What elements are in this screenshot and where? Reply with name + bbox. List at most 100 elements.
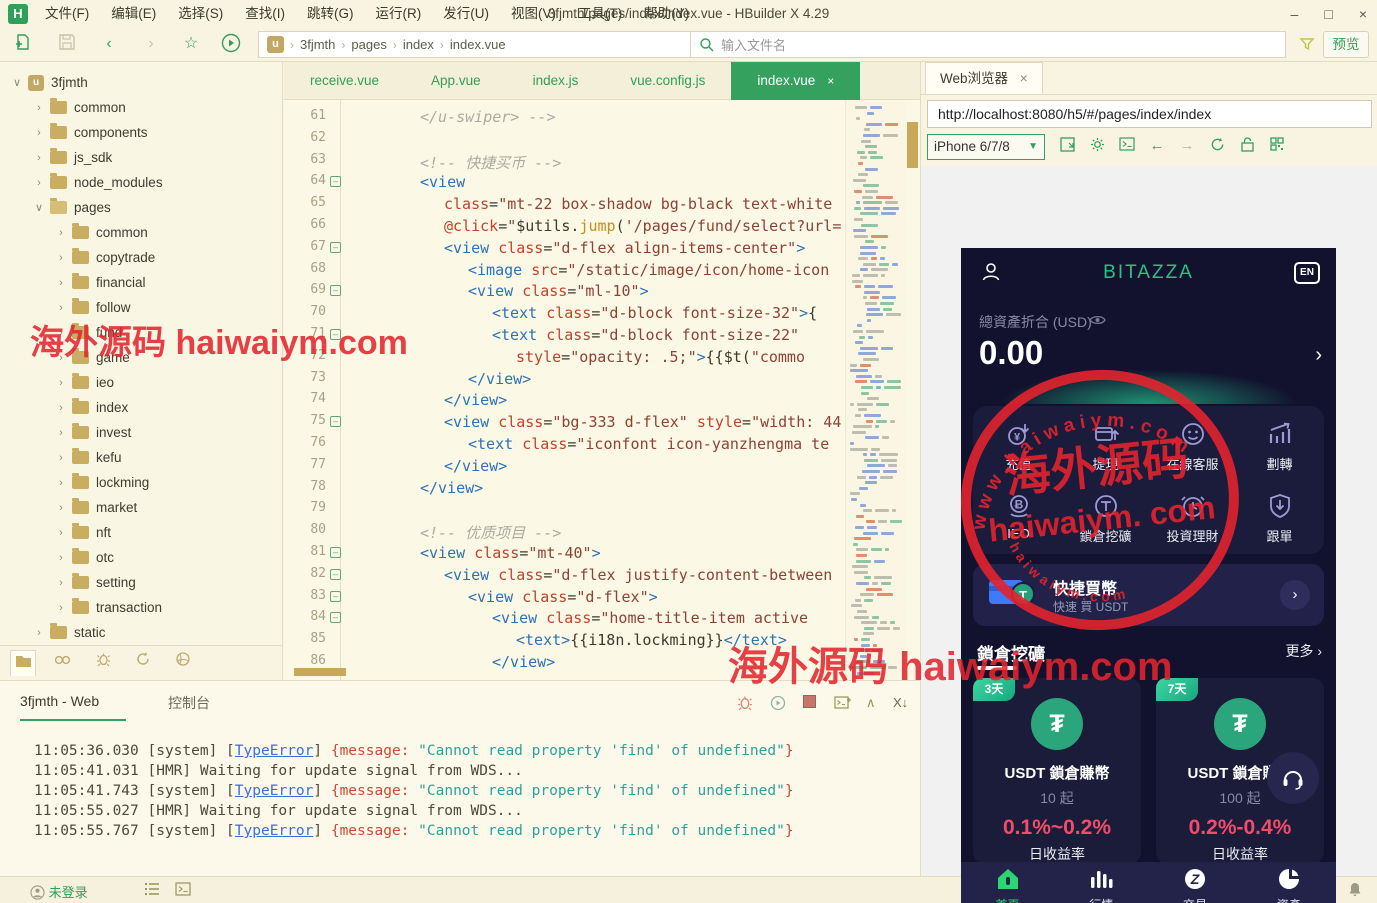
quick-buy-card[interactable]: T 快捷買幣 快速 買 USDT › [973, 564, 1324, 626]
plugins-icon[interactable] [170, 650, 196, 676]
more-link[interactable]: 更多 › [1285, 641, 1322, 661]
tree-item-js_sdk[interactable]: ›js_sdk [0, 145, 283, 170]
preview-button[interactable]: 预览 [1323, 31, 1369, 58]
editor-horizontal-scrollbar[interactable] [294, 668, 346, 676]
tree-item-nft[interactable]: ›nft [0, 520, 283, 545]
chevron-right-icon[interactable]: › [32, 627, 46, 639]
chevron-right-icon[interactable]: › [54, 352, 68, 364]
menu-item-跟單[interactable]: 跟單 [1236, 492, 1323, 545]
chevron-right-icon[interactable]: › [54, 427, 68, 439]
chevron-right-icon[interactable]: › [54, 577, 68, 589]
minimize-button[interactable]: – [1291, 6, 1299, 22]
chevron-right-icon[interactable]: › [54, 302, 68, 314]
nav-行情[interactable]: 行情 [1055, 867, 1148, 903]
back-icon[interactable]: ‹ [98, 33, 120, 55]
editor-tab-index.vue[interactable]: index.vue× [731, 62, 860, 100]
menu-跳转(G)[interactable]: 跳转(G) [296, 0, 365, 28]
device-select[interactable]: iPhone 6/7/8▼ [927, 134, 1045, 160]
menu-item-IEO[interactable]: ɃIEO [975, 492, 1062, 541]
chevron-right-icon[interactable]: › [32, 177, 46, 189]
chevron-right-icon[interactable]: › [54, 452, 68, 464]
tree-item-transaction[interactable]: ›transaction [0, 595, 283, 620]
console-collapse-icon[interactable]: ∧ [866, 695, 876, 711]
chevron-right-icon[interactable]: › [54, 402, 68, 414]
fold-marker-icon[interactable]: – [330, 176, 341, 187]
chevron-right-icon[interactable]: › [54, 477, 68, 489]
tree-item-common[interactable]: ›common [0, 220, 283, 245]
menu-选择(S)[interactable]: 选择(S) [167, 0, 234, 28]
file-search-input[interactable]: 输入文件名 [690, 31, 1286, 58]
fold-marker-icon[interactable]: – [330, 329, 341, 340]
menu-运行(R)[interactable]: 运行(R) [365, 0, 433, 28]
tree-item-static[interactable]: ›static [0, 620, 283, 645]
chevron-right-icon[interactable]: › [54, 377, 68, 389]
new-file-icon[interactable] [12, 33, 34, 55]
close-icon[interactable]: × [1020, 71, 1028, 86]
tree-item-invest[interactable]: ›invest [0, 420, 283, 445]
menu-查找(I)[interactable]: 查找(I) [234, 0, 296, 28]
menu-文件(F)[interactable]: 文件(F) [34, 0, 100, 28]
console-log-line[interactable]: 11:05:55.767 [system] [TypeError] {messa… [34, 823, 794, 839]
lockming-card[interactable]: 3天₮USDT 鎖倉賺幣10 起0.1%~0.2%日收益率 [973, 678, 1141, 864]
refresh-icon[interactable] [130, 650, 156, 676]
favorite-icon[interactable]: ☆ [180, 33, 202, 55]
chevron-right-icon[interactable]: › [32, 102, 46, 114]
tree-item-common[interactable]: ›common [0, 95, 283, 120]
eye-icon[interactable] [1089, 314, 1106, 329]
fold-marker-icon[interactable]: – [330, 242, 341, 253]
menu-item-在線客服[interactable]: 在線客服 [1149, 420, 1236, 473]
breadcrumb[interactable]: u ›3fjmth›pages›index›index.vue [258, 31, 690, 58]
menu-编辑(E)[interactable]: 编辑(E) [100, 0, 167, 28]
qr-code-icon[interactable] [1267, 137, 1287, 155]
outline-icon[interactable] [145, 882, 160, 899]
tree-item-index[interactable]: ›index [0, 395, 283, 420]
console-tab-terminal[interactable]: 控制台 [168, 693, 210, 713]
chevron-right-icon[interactable]: › [32, 127, 46, 139]
tree-item-copytrade[interactable]: ›copytrade [0, 245, 283, 270]
chevron-right-icon[interactable]: › [32, 152, 46, 164]
nav-首頁[interactable]: 首頁 [961, 867, 1054, 903]
console-log-line[interactable]: 11:05:41.743 [system] [TypeError] {messa… [34, 783, 794, 799]
language-badge[interactable]: EN [1294, 262, 1320, 284]
breadcrumb-item[interactable]: 3fjmth [300, 37, 335, 52]
tree-item-node_modules[interactable]: ›node_modules [0, 170, 283, 195]
fold-marker-icon[interactable]: – [330, 569, 341, 580]
terminal-icon[interactable] [175, 882, 191, 899]
tree-item-follow[interactable]: ›follow [0, 295, 283, 320]
error-link[interactable]: TypeError [235, 743, 314, 759]
settings-gear-icon[interactable] [1087, 137, 1107, 156]
chevron-right-icon[interactable]: › [54, 527, 68, 539]
close-icon[interactable]: × [827, 74, 834, 88]
explorer-tab-icon[interactable] [10, 650, 36, 676]
breadcrumb-item[interactable]: index.vue [450, 37, 506, 52]
tree-item-setting[interactable]: ›setting [0, 570, 283, 595]
console-stop-icon[interactable] [803, 695, 816, 711]
notifications-icon[interactable] [1348, 882, 1362, 900]
chevron-right-icon[interactable]: › [54, 502, 68, 514]
nav-資產[interactable]: 資產 [1242, 867, 1335, 903]
save-icon[interactable] [56, 33, 78, 55]
tree-item-game[interactable]: ›game [0, 345, 283, 370]
console-log-line[interactable]: 11:05:36.030 [system] [TypeError] {messa… [34, 743, 794, 759]
debug-icon[interactable] [90, 650, 116, 676]
menu-发行(U)[interactable]: 发行(U) [432, 0, 500, 28]
tree-item-lockming[interactable]: ›lockming [0, 470, 283, 495]
console-log-line[interactable]: 11:05:55.027 [HMR] Waiting for update si… [34, 803, 523, 819]
login-status[interactable]: 未登录 [30, 882, 88, 901]
chevron-right-icon[interactable]: › [54, 277, 68, 289]
breadcrumb-item[interactable]: index [403, 37, 434, 52]
fold-marker-icon[interactable]: – [330, 285, 341, 296]
nav-forward-icon[interactable]: → [1177, 137, 1197, 154]
chevron-right-icon[interactable]: › [54, 552, 68, 564]
tree-item-ieo[interactable]: ›ieo [0, 370, 283, 395]
tree-item-financial[interactable]: ›financial [0, 270, 283, 295]
console-clear-icon[interactable]: X↓ [893, 695, 908, 710]
filter-icon[interactable] [1299, 36, 1315, 55]
console-tab-project[interactable]: 3fjmth - Web [20, 693, 99, 709]
nav-back-icon[interactable]: ← [1147, 137, 1167, 154]
fold-marker-icon[interactable]: – [330, 547, 341, 558]
chevron-right-icon[interactable]: › [1280, 580, 1310, 610]
console-debug-icon[interactable] [737, 695, 753, 714]
tree-item-otc[interactable]: ›otc [0, 545, 283, 570]
chevron-down-icon[interactable]: ∨ [10, 76, 24, 89]
